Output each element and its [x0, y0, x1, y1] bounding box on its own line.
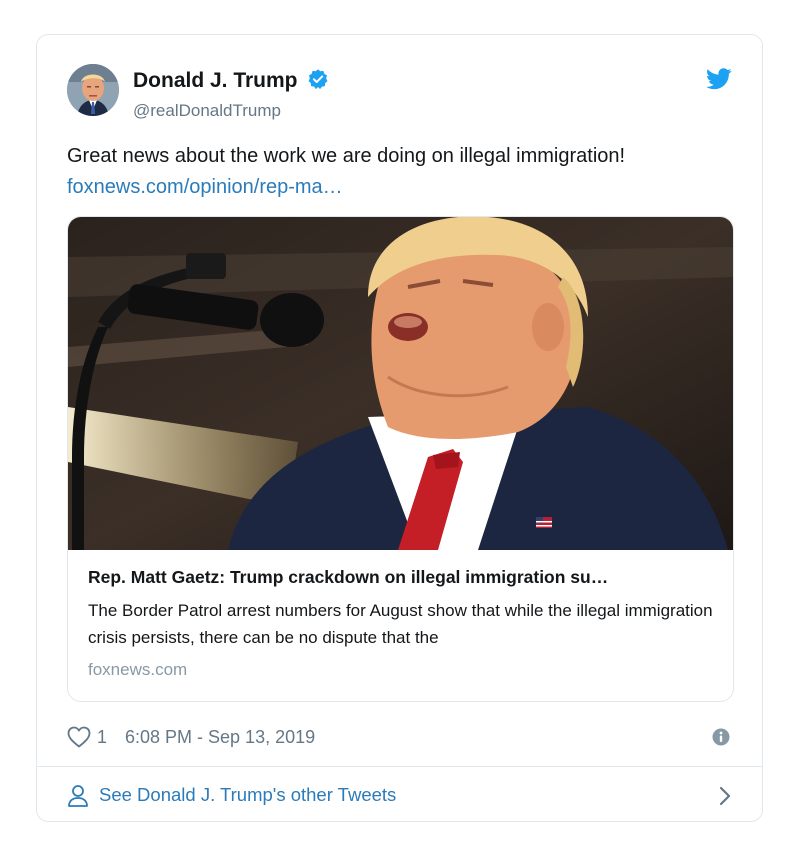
link-preview-title: Rep. Matt Gaetz: Trump crackdown on ille… — [88, 567, 609, 587]
like-count[interactable]: 1 — [97, 727, 107, 748]
tweet-text-block: Great news about the work we are doing o… — [67, 141, 732, 203]
twitter-bird-icon[interactable] — [706, 68, 732, 95]
embedded-tweet-card: Donald J. Trump @realDonaldTrump Great n… — [36, 34, 763, 822]
see-other-tweets-label[interactable]: See Donald J. Trump's other Tweets — [99, 784, 396, 806]
heart-icon[interactable] — [67, 726, 91, 753]
link-preview-domain: foxnews.com — [88, 660, 188, 679]
link-preview-card[interactable]: Rep. Matt Gaetz: Trump crackdown on ille… — [67, 216, 734, 702]
person-icon — [67, 784, 89, 813]
see-other-tweets-link[interactable]: See Donald J. Trump's other Tweets — [67, 781, 732, 811]
link-preview-image — [68, 217, 733, 550]
chevron-right-icon[interactable] — [718, 785, 732, 812]
tweet-text: Great news about the work we are doing o… — [67, 145, 626, 167]
author-display-name[interactable]: Donald J. Trump — [133, 69, 298, 92]
tweet-meta-bar: 1 6:08 PM - Sep 13, 2019 — [67, 724, 732, 754]
avatar[interactable] — [67, 64, 119, 116]
author-handle[interactable]: @realDonaldTrump — [133, 101, 329, 121]
tweet-timestamp[interactable]: 6:08 PM - Sep 13, 2019 — [125, 727, 315, 748]
divider — [37, 766, 762, 767]
tweet-link[interactable]: foxnews.com/opinion/rep-ma… — [67, 176, 343, 198]
info-icon[interactable] — [712, 728, 730, 751]
link-preview-description: The Border Patrol arrest numbers for Aug… — [88, 601, 713, 647]
tweet-header: Donald J. Trump @realDonaldTrump — [67, 64, 732, 120]
link-preview-body: Rep. Matt Gaetz: Trump crackdown on ille… — [88, 567, 713, 680]
author-block: Donald J. Trump @realDonaldTrump — [133, 68, 329, 121]
verified-badge-icon — [307, 68, 329, 95]
